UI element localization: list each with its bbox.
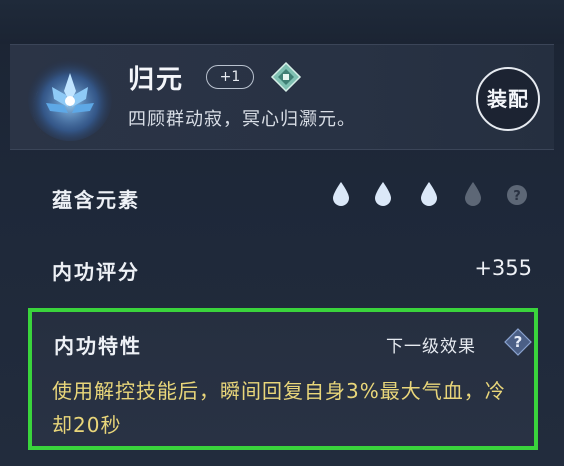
unknown-element-icon: ? xyxy=(507,185,527,205)
trait-panel: 内功特性 下一级效果 ? 使用解控技能后，瞬间回复自身3%最大气血，冷却20秒 xyxy=(28,308,538,450)
score-label: 内功评分 xyxy=(52,260,140,284)
skill-description: 四顾群动寂，冥心归灏元。 xyxy=(128,109,356,130)
rank-diamond-icon xyxy=(270,61,302,93)
water-drop-icon xyxy=(421,182,437,206)
element-drops: ? xyxy=(330,180,530,210)
water-drop-icon xyxy=(333,182,349,206)
skill-header-card: 归元 +1 四顾群动寂，冥心归灏元。 装配 xyxy=(10,44,554,150)
water-drop-empty-icon xyxy=(465,182,481,206)
skill-title: 归元 xyxy=(128,65,185,95)
lotus-emblem-icon xyxy=(28,57,112,143)
help-icon[interactable]: ? xyxy=(502,326,534,358)
trait-description: 使用解控技能后，瞬间回复自身3%最大气血，冷却20秒 xyxy=(52,379,506,437)
trait-title: 内功特性 xyxy=(54,334,142,358)
unknown-element-glyph: ? xyxy=(513,189,521,204)
equip-button[interactable]: 装配 xyxy=(476,67,540,131)
level-badge: +1 xyxy=(206,65,254,89)
score-value: +355 xyxy=(474,256,532,280)
help-glyph: ? xyxy=(514,333,523,351)
water-drop-icon xyxy=(375,182,391,206)
elements-label: 蕴含元素 xyxy=(52,188,140,212)
next-level-effect-link[interactable]: 下一级效果 xyxy=(386,332,476,357)
top-strip xyxy=(0,0,564,44)
